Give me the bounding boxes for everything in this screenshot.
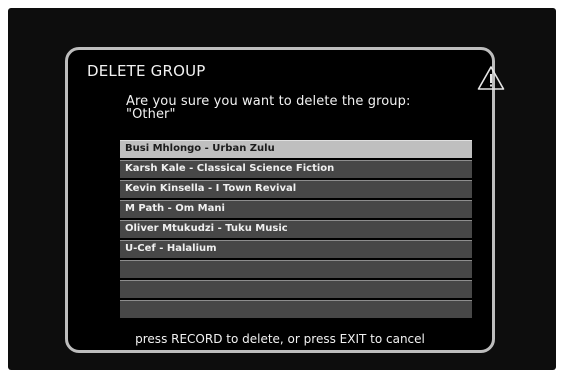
list-item-label: Karsh Kale - Classical Science Fiction xyxy=(125,163,335,174)
tv-screen: DELETE GROUP Are you sure you want to de… xyxy=(8,8,556,370)
group-contents-list: Busi Mhlongo - Urban Zulu Karsh Kale - Cl… xyxy=(120,140,472,319)
list-item-label: Oliver Mtukudzi - Tuku Music xyxy=(125,223,288,234)
list-item-label: Busi Mhlongo - Urban Zulu xyxy=(125,143,275,154)
list-item-label: M Path - Om Mani xyxy=(125,203,225,214)
list-item[interactable]: Kevin Kinsella - I Town Revival xyxy=(120,180,472,198)
delete-group-dialog: DELETE GROUP Are you sure you want to de… xyxy=(65,47,505,353)
dialog-title: DELETE GROUP xyxy=(87,62,206,80)
list-item[interactable] xyxy=(120,280,472,298)
confirmation-prompt: Are you sure you want to delete the grou… xyxy=(126,95,410,121)
list-item[interactable]: U-Cef - Halalium xyxy=(120,240,472,258)
warning-triangle-icon xyxy=(477,66,505,90)
list-item[interactable]: Oliver Mtukudzi - Tuku Music xyxy=(120,220,472,238)
list-item[interactable]: Karsh Kale - Classical Science Fiction xyxy=(120,160,472,178)
list-item-selected[interactable]: Busi Mhlongo - Urban Zulu xyxy=(120,140,472,158)
footer-instruction: press RECORD to delete, or press EXIT to… xyxy=(135,332,425,346)
list-item[interactable] xyxy=(120,300,472,318)
list-item-label: Kevin Kinsella - I Town Revival xyxy=(125,183,297,194)
list-item-label: U-Cef - Halalium xyxy=(125,243,217,254)
prompt-group-name: "Other" xyxy=(126,107,176,122)
list-item[interactable] xyxy=(120,260,472,278)
list-item[interactable]: M Path - Om Mani xyxy=(120,200,472,218)
